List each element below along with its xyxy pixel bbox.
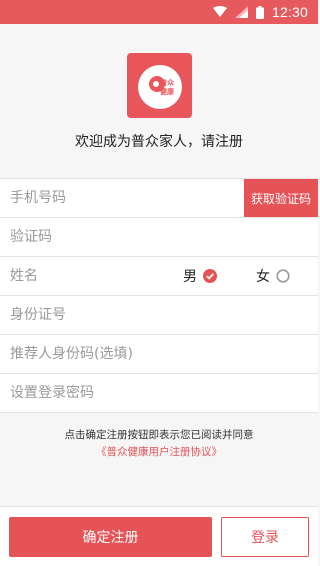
referrer-row (0, 335, 318, 374)
logo-text-line1: 普众 (160, 78, 174, 87)
code-input[interactable] (10, 218, 318, 256)
id-number-input[interactable] (10, 296, 318, 334)
checked-circle-icon (203, 269, 217, 283)
id-row (0, 296, 318, 335)
referrer-id-input[interactable] (10, 335, 318, 373)
gender-male-label: 男 (183, 269, 197, 285)
password-row (0, 374, 318, 413)
bottom-action-bar: 确定注册 登录 (0, 506, 318, 566)
status-bar: 12:30 (0, 0, 318, 24)
logo-text: 普众 健康 (127, 53, 192, 118)
agreement-link[interactable]: 《普众健康用户注册协议》 (0, 444, 318, 461)
gender-male-option[interactable]: 男 (183, 266, 217, 286)
registration-form: 获取验证码 男 女 (0, 178, 318, 413)
gender-female-label: 女 (256, 269, 270, 285)
status-time: 12:30 (271, 4, 308, 20)
phone-row: 获取验证码 (0, 179, 318, 218)
agreement-notice: 点击确定注册按钮即表示您已阅读并同意 《普众健康用户注册协议》 (0, 427, 318, 461)
password-input[interactable] (10, 374, 318, 412)
get-code-button[interactable]: 获取验证码 (244, 179, 318, 217)
wifi-icon (212, 6, 227, 17)
welcome-text: 欢迎成为普众家人，请注册 (75, 134, 243, 150)
signal-icon (234, 6, 248, 18)
phone-input[interactable] (10, 179, 240, 217)
battery-icon (255, 5, 264, 19)
code-row (0, 218, 318, 257)
login-button[interactable]: 登录 (221, 517, 309, 557)
name-row: 男 女 (0, 257, 318, 296)
unchecked-circle-icon (276, 269, 290, 283)
app-logo: 普众 健康 (127, 53, 192, 118)
name-input[interactable] (10, 257, 170, 295)
agreement-text: 点击确定注册按钮即表示您已阅读并同意 (64, 429, 254, 441)
gender-female-option[interactable]: 女 (256, 266, 290, 286)
register-button[interactable]: 确定注册 (9, 517, 212, 557)
logo-text-line2: 健康 (160, 87, 174, 96)
